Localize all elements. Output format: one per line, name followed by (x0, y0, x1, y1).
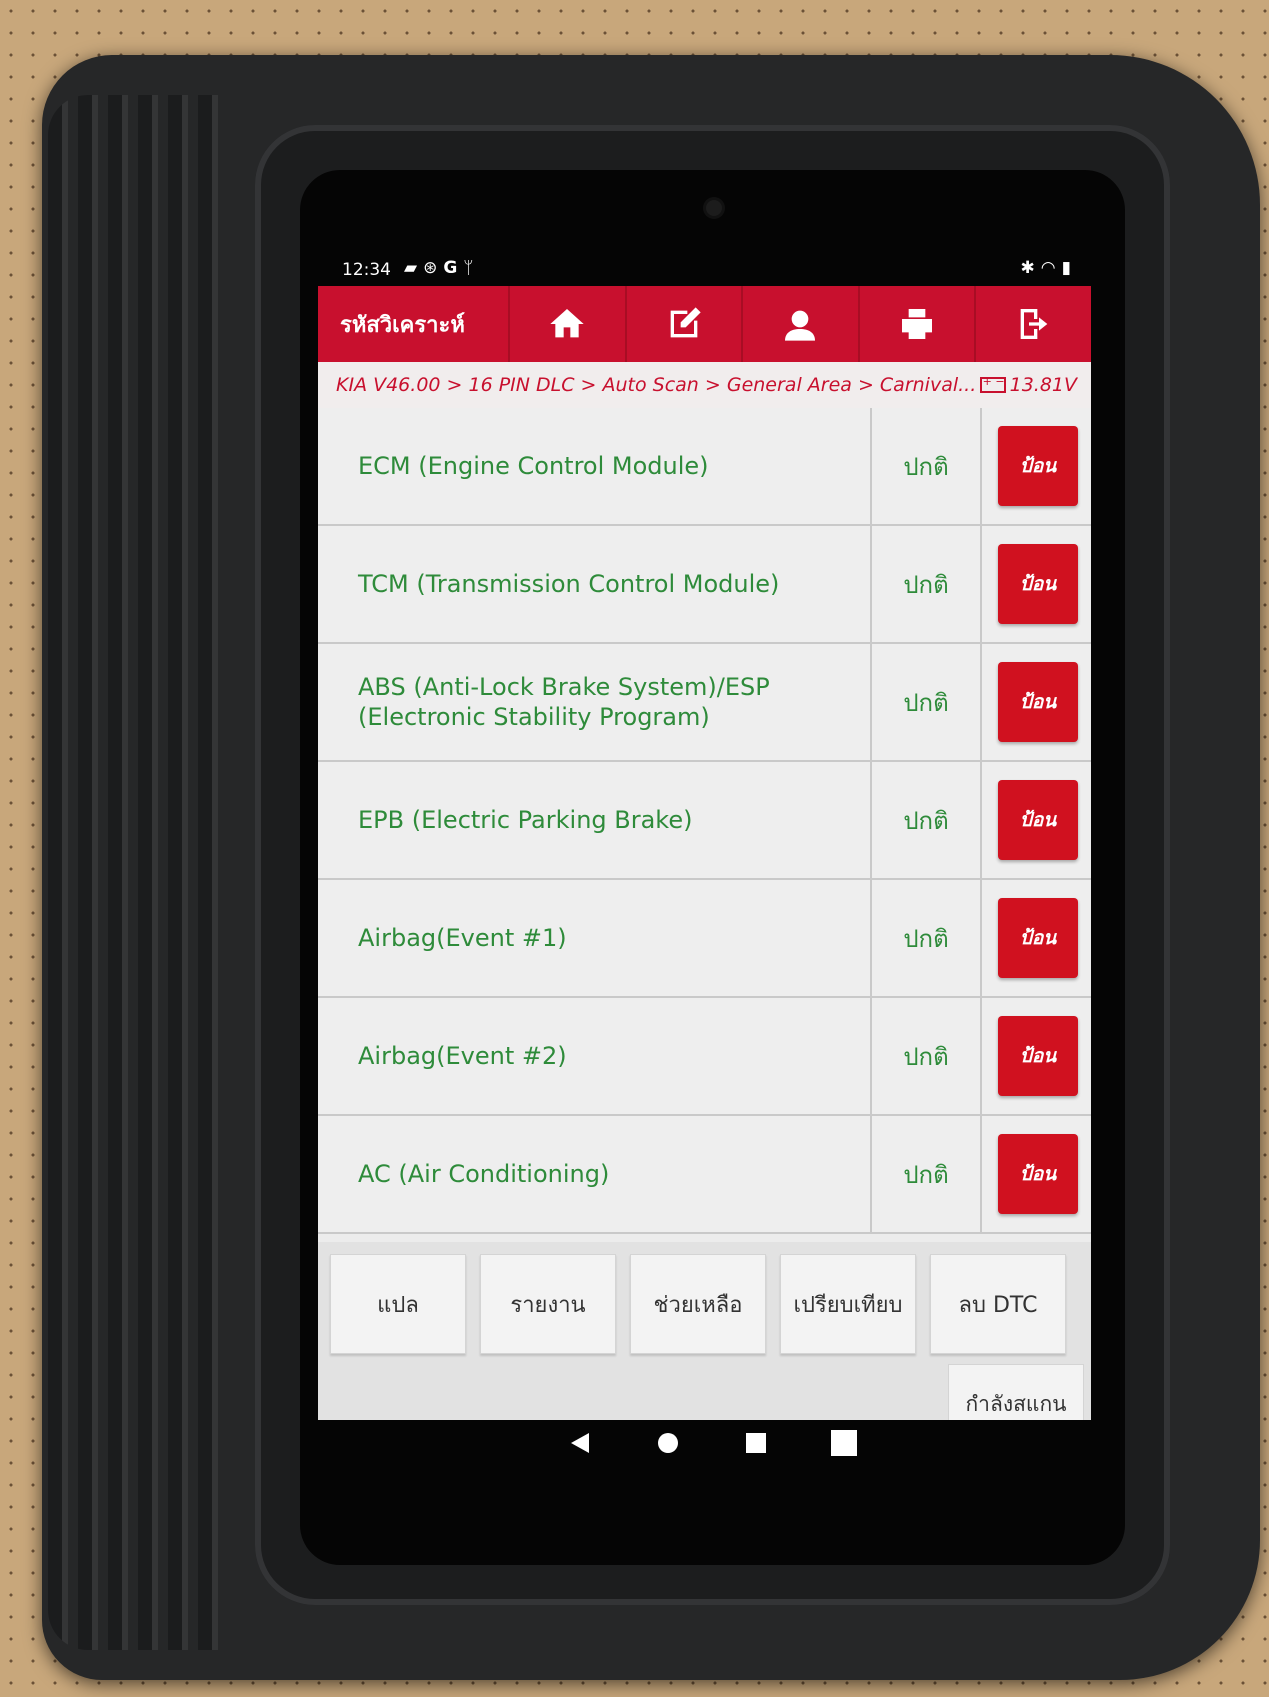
system-name: AC (Air Conditioning) (358, 1160, 610, 1188)
exit-button[interactable] (974, 286, 1091, 362)
status-time: 12:34 (342, 260, 391, 280)
home-button[interactable] (507, 286, 625, 362)
app-header: รหัสวิเคราะห์ (318, 286, 1091, 362)
print-button[interactable] (857, 286, 975, 362)
home-nav-button[interactable] (648, 1423, 688, 1463)
battery-icon: ▮ (1061, 258, 1077, 278)
recents-icon (746, 1433, 766, 1453)
print-icon (902, 309, 933, 339)
tablet-screen: 12:34 ▰⊛Gᛘ ✱◠▮ รหัสวิเคราะห์ KIA V46.00 … (318, 252, 1091, 1420)
translate-button[interactable]: แปล (330, 1254, 466, 1354)
system-status: ปกติ (870, 762, 982, 878)
system-status: ปกติ (870, 998, 982, 1114)
enter-button[interactable]: ป้อน (998, 898, 1078, 978)
system-list[interactable]: ECM (Engine Control Module) ปกติ ป้อน TC… (318, 408, 1091, 1242)
home-icon (550, 309, 584, 338)
system-row: Airbag(Event #1) ปกติ ป้อน (318, 880, 1091, 998)
system-name: TCM (Transmission Control Module) (358, 570, 780, 598)
system-row: Airbag(Event #2) ปกติ ป้อน (318, 998, 1091, 1116)
system-name: ECM (Engine Control Module) (358, 452, 709, 480)
system-name: EPB (Electric Parking Brake) (358, 806, 693, 834)
back-button[interactable] (560, 1423, 600, 1463)
status-left-icons: ▰⊛Gᛘ (404, 258, 480, 278)
screenshot-button[interactable] (824, 1423, 864, 1463)
enter-button[interactable]: ป้อน (998, 780, 1078, 860)
system-status: ปกติ (870, 644, 982, 760)
system-status: ปกติ (870, 408, 982, 524)
sync-icon: ⊛ (423, 258, 444, 278)
help-button[interactable]: ช่วยเหลือ (630, 1254, 766, 1354)
system-status: ปกติ (870, 526, 982, 642)
diagnostic-app: รหัสวิเคราะห์ KIA V46.00 > 16 PIN DLC > … (318, 286, 1091, 1420)
home-circle-icon (658, 1433, 678, 1453)
enter-button[interactable]: ป้อน (998, 544, 1078, 624)
system-name: ABS (Anti-Lock Brake System)/ESP (Electr… (358, 673, 770, 731)
system-row: AC (Air Conditioning) ปกติ ป้อน (318, 1116, 1091, 1234)
system-name: Airbag(Event #2) (358, 1042, 567, 1070)
breadcrumb: KIA V46.00 > 16 PIN DLC > Auto Scan > Ge… (318, 362, 1091, 408)
report-button[interactable]: รายงาน (480, 1254, 616, 1354)
system-row: TCM (Transmission Control Module) ปกติ ป… (318, 526, 1091, 644)
support-icon (785, 310, 816, 341)
exit-icon (1020, 309, 1048, 339)
battery-voltage: 13.81V (979, 374, 1077, 396)
system-name: Airbag(Event #1) (358, 924, 567, 952)
bluetooth-icon: ✱ (1020, 258, 1041, 278)
google-icon: G (443, 258, 464, 278)
system-row: ABS (Anti-Lock Brake System)/ESP (Electr… (318, 644, 1091, 762)
system-status: ปกติ (870, 880, 982, 996)
edit-icon (670, 307, 701, 338)
usb-icon: ᛘ (463, 258, 480, 278)
system-row: ECM (Engine Control Module) ปกติ ป้อน (318, 408, 1091, 526)
compare-button[interactable]: เปรียบเทียบ (780, 1254, 916, 1354)
enter-button[interactable]: ป้อน (998, 426, 1078, 506)
enter-button[interactable]: ป้อน (998, 662, 1078, 742)
recents-button[interactable] (736, 1423, 776, 1463)
bottom-toolbar: แปล รายงาน ช่วยเหลือ เปรียบเทียบ ลบ DTC … (318, 1242, 1091, 1420)
enter-button[interactable]: ป้อน (998, 1016, 1078, 1096)
scissors-icon (831, 1430, 857, 1456)
page-title: รหัสวิเคราะห์ (340, 312, 465, 338)
camera-icon (706, 200, 722, 216)
voltage-value: 13.81V (1009, 374, 1077, 396)
edit-button[interactable] (624, 286, 742, 362)
enter-button[interactable]: ป้อน (998, 1134, 1078, 1214)
device-grip (48, 95, 218, 1650)
back-icon (571, 1433, 589, 1453)
android-nav-bar (560, 1415, 1000, 1475)
breadcrumb-path: KIA V46.00 > 16 PIN DLC > Auto Scan > Ge… (336, 374, 977, 396)
image-icon: ▰ (404, 258, 424, 278)
car-battery-icon (979, 375, 1006, 393)
wifi-icon: ◠ (1040, 258, 1062, 278)
system-status: ปกติ (870, 1116, 982, 1232)
clear-dtc-button[interactable]: ลบ DTC (930, 1254, 1066, 1354)
support-button[interactable] (741, 286, 858, 362)
status-right-icons: ✱◠▮ (1021, 258, 1077, 278)
scanning-button[interactable]: กำลังสแกน (948, 1364, 1084, 1420)
status-bar: 12:34 ▰⊛Gᛘ ✱◠▮ (318, 252, 1091, 286)
system-row: EPB (Electric Parking Brake) ปกติ ป้อน (318, 762, 1091, 880)
